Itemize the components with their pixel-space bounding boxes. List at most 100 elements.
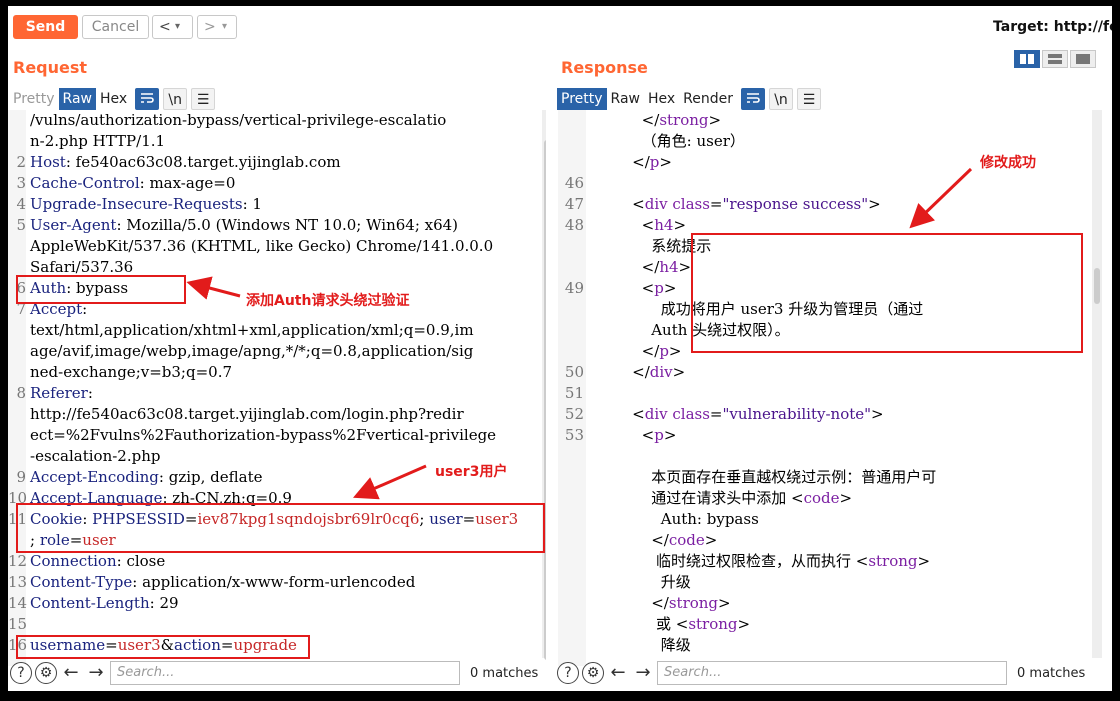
response-search-input[interactable]: Search... — [657, 661, 1007, 685]
cancel-button[interactable]: Cancel — [82, 15, 149, 39]
line-number: 53 — [564, 426, 584, 444]
line-number: 8 — [16, 384, 26, 402]
line-number: 50 — [564, 363, 584, 381]
line-text: ned-exchange;v=b3;q=0.7 — [30, 363, 233, 381]
line-text: 通过在请求头中添加 <code> — [594, 489, 853, 507]
line-text: </p> — [594, 153, 672, 171]
request-view-tabs: Pretty Raw Hex \n ☰ — [9, 88, 216, 110]
response-scrollbar[interactable] — [1092, 110, 1102, 658]
line-text: <p> — [594, 426, 677, 444]
line-number: 49 — [564, 279, 584, 297]
request-tab-hex[interactable]: Hex — [96, 88, 131, 110]
layout-rows-icon[interactable] — [1042, 50, 1068, 68]
response-editor[interactable]: </strong> （角色: user） </p> 46 47 <div class… — [558, 110, 1098, 666]
line-text: Auth: bypass — [594, 510, 759, 528]
next-match-arrow-icon[interactable]: → — [85, 662, 107, 684]
back-arrow-icon[interactable]: < — [159, 16, 171, 38]
line-text: 临时绕过权限检查，从而执行 <strong> — [594, 552, 931, 570]
line-text: Accept-Encoding: gzip, deflate — [30, 468, 263, 486]
newline-toggle[interactable]: \n — [769, 88, 794, 110]
line-text: </h4> — [594, 258, 692, 276]
response-tab-hex[interactable]: Hex — [644, 88, 679, 110]
response-title: Response — [561, 58, 648, 77]
line-text: text/html,application/xhtml+xml,applicat… — [30, 321, 474, 339]
menu-icon[interactable]: ☰ — [191, 88, 216, 110]
line-number: 47 — [564, 195, 584, 213]
line-text: Host: fe540ac63c08.target.yijinglab.com — [30, 153, 341, 171]
line-text: <p> — [594, 279, 677, 297]
response-search-bar: ? ⚙ ← → Search... 0 matches — [557, 658, 1085, 688]
menu-icon[interactable]: ☰ — [797, 88, 822, 110]
response-view-tabs: Pretty Raw Hex Render \n ☰ — [557, 88, 822, 110]
line-text: age/avif,image/webp,image/apng,*/*;q=0.8… — [30, 342, 474, 360]
line-text: </div> — [594, 363, 686, 381]
request-tab-raw[interactable]: Raw — [58, 88, 96, 110]
line-number: 15 — [8, 615, 28, 633]
layout-split-icon[interactable] — [1014, 50, 1040, 68]
help-icon[interactable]: ? — [557, 662, 579, 684]
line-number: 14 — [8, 594, 28, 612]
auth-annotation: 添加Auth请求头绕过验证 — [246, 293, 410, 309]
line-text: -escalation-2.php — [30, 447, 161, 465]
next-match-arrow-icon[interactable]: → — [632, 662, 654, 684]
forward-dropdown-icon[interactable]: ▾ — [222, 16, 227, 38]
line-text: </code> — [594, 531, 718, 549]
success-highlight-box — [691, 233, 1083, 353]
layout-single-icon[interactable] — [1070, 50, 1096, 68]
repeater-window: Send Cancel < ▾ > ▾ Target: http://fe5 R… — [8, 6, 1112, 691]
line-text: 本页面存在垂直越权绕过示例：普通用户可 — [594, 468, 937, 486]
cookie-highlight-box — [16, 503, 545, 553]
request-editor[interactable]: /vulns/authorization-bypass/vertical-pri… — [8, 110, 544, 666]
line-text: </p> — [594, 342, 682, 360]
settings-gear-icon[interactable]: ⚙ — [582, 662, 604, 684]
response-tab-render[interactable]: Render — [679, 88, 737, 110]
wrap-lines-icon[interactable] — [741, 88, 766, 110]
newline-toggle[interactable]: \n — [163, 88, 188, 110]
help-icon[interactable]: ? — [10, 662, 32, 684]
user3-annotation: user3用户 — [435, 464, 508, 480]
prev-match-arrow-icon[interactable]: ← — [60, 662, 82, 684]
settings-gear-icon[interactable]: ⚙ — [35, 662, 57, 684]
request-search-bar: ? ⚙ ← → Search... 0 matches — [10, 658, 538, 688]
prev-match-arrow-icon[interactable]: ← — [607, 662, 629, 684]
line-number: 3 — [16, 174, 26, 192]
line-text: Cache-Control: max-age=0 — [30, 174, 236, 192]
forward-nav-group[interactable]: > ▾ — [197, 15, 237, 39]
line-number: 13 — [8, 573, 28, 591]
line-text: http://fe540ac63c08.target.yijinglab.com… — [30, 405, 464, 423]
line-number: 5 — [16, 216, 26, 234]
layout-switcher — [1012, 50, 1096, 68]
line-number: 9 — [16, 468, 26, 486]
back-dropdown-icon[interactable]: ▾ — [175, 16, 180, 38]
line-number: 4 — [16, 195, 26, 213]
line-number: 48 — [564, 216, 584, 234]
line-text: <div class="vulnerability-note"> — [594, 405, 884, 423]
forward-arrow-icon[interactable]: > — [204, 16, 216, 38]
line-text: （角色: user） — [594, 132, 745, 150]
success-annotation: 修改成功 — [980, 155, 1036, 171]
send-button[interactable]: Send — [13, 15, 78, 39]
line-text: Content-Type: application/x-www-form-url… — [30, 573, 416, 591]
line-text: Connection: close — [30, 552, 166, 570]
line-text: /vulns/authorization-bypass/vertical-pri… — [30, 111, 447, 129]
line-text: ect=%2Fvulns%2Fauthorization-bypass%2Fve… — [30, 426, 497, 444]
request-search-input[interactable]: Search... — [110, 661, 460, 685]
target-label[interactable]: Target: http://fe5 — [993, 19, 1112, 35]
wrap-lines-icon[interactable] — [135, 88, 160, 110]
response-match-count: 0 matches — [1017, 665, 1086, 681]
top-toolbar: Send Cancel < ▾ > ▾ Target: http://fe5 — [8, 6, 1112, 46]
pane-splitter[interactable] — [546, 46, 554, 691]
body-highlight-box — [16, 635, 310, 659]
line-text: n-2.php HTTP/1.1 — [30, 132, 166, 150]
response-tab-raw[interactable]: Raw — [607, 88, 644, 110]
request-tab-pretty[interactable]: Pretty — [9, 88, 59, 110]
line-number: 46 — [564, 174, 584, 192]
response-tab-pretty[interactable]: Pretty — [557, 88, 607, 110]
line-number: 52 — [564, 405, 584, 423]
response-scroll-thumb[interactable] — [1094, 268, 1100, 304]
line-text: 升级 — [594, 573, 691, 591]
back-nav-group[interactable]: < ▾ — [152, 15, 193, 39]
line-text: </strong> — [594, 594, 731, 612]
line-text: Upgrade-Insecure-Requests: 1 — [30, 195, 262, 213]
request-match-count: 0 matches — [470, 665, 539, 681]
